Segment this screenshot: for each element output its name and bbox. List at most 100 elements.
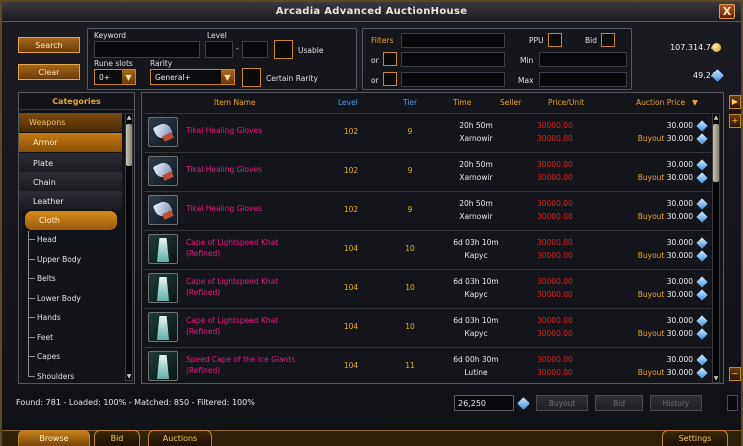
table-row[interactable]: Tikal Healing Gloves 102 9 20h 50m Xarnowir 3… — [144, 113, 711, 152]
level-min-input[interactable] — [205, 41, 233, 58]
subcategory-capes[interactable]: Capes — [37, 352, 60, 361]
item-name[interactable]: Speed Cape of the Ice Giants (Refined) — [186, 354, 295, 376]
resize-handle[interactable] — [727, 395, 738, 411]
sort-desc-icon[interactable]: ▼ — [692, 98, 698, 107]
or-label-1: or — [371, 56, 379, 65]
bid-checkbox[interactable] — [601, 33, 615, 47]
rune-slots-label: Rune slots — [94, 59, 133, 68]
table-row[interactable]: Cape of Lightspeed Khat (Refined) 104 10 6d … — [144, 269, 711, 308]
subcategory-feet[interactable]: Feet — [37, 333, 53, 342]
add-button[interactable]: + — [729, 114, 741, 128]
scroll-down-icon[interactable]: ▼ — [713, 375, 719, 382]
quantity-input[interactable]: 26,250 — [454, 395, 514, 411]
col-seller[interactable]: Seller — [500, 98, 521, 107]
tree-tick — [28, 259, 35, 260]
or-label-2: or — [371, 76, 379, 85]
item-name[interactable]: Cape of Lightspeed Khat (Refined) — [186, 315, 278, 337]
certain-rarity-checkbox[interactable] — [242, 68, 261, 87]
remove-button[interactable]: − — [729, 367, 741, 381]
tab-settings[interactable]: Settings — [662, 430, 728, 446]
glove-item-icon[interactable] — [148, 195, 178, 225]
filter-or-checkbox-2[interactable] — [383, 72, 397, 86]
buyout-label: Buyout — [637, 368, 665, 377]
results-scrollbar[interactable]: ▲ ▼ — [712, 113, 720, 383]
col-auction-price[interactable]: Auction Price — [636, 98, 685, 107]
buyout-value: 30.000 — [666, 251, 693, 260]
col-price-unit[interactable]: Price/Unit — [548, 98, 584, 107]
scroll-thumb[interactable] — [713, 124, 719, 182]
item-name[interactable]: Tikal Healing Gloves — [186, 204, 262, 213]
subcategory-head[interactable]: Head — [37, 235, 57, 244]
results-table: Item Name Level Tier Time Seller Price/U… — [141, 92, 724, 384]
keyword-input[interactable] — [94, 41, 200, 58]
buyout-label: Buyout — [637, 173, 665, 182]
search-button[interactable]: Search — [18, 37, 80, 53]
close-button[interactable]: X — [719, 4, 735, 19]
category-armor[interactable]: Armor — [19, 133, 122, 152]
table-row[interactable]: Speed Cape of the Ice Giants (Refined) 104… — [144, 347, 711, 386]
bid-button[interactable]: Bid — [595, 395, 643, 411]
history-button[interactable]: History — [650, 395, 702, 411]
cape-item-icon[interactable] — [148, 273, 178, 303]
filter-input-1[interactable] — [401, 33, 505, 48]
chevron-down-icon[interactable]: ▼ — [122, 70, 135, 84]
category-plate[interactable]: Plate — [19, 153, 122, 172]
chevron-down-icon[interactable]: ▼ — [221, 70, 234, 84]
item-name[interactable]: Cape of Lightspeed Khat (Refined) — [186, 237, 278, 259]
filter-input-3[interactable] — [401, 72, 505, 87]
level-max-input[interactable] — [242, 41, 268, 58]
table-row[interactable]: Cape of Lightspeed Khat (Refined) 104 10 6d … — [144, 308, 711, 347]
scroll-up-icon[interactable]: ▲ — [713, 114, 719, 121]
rune-slots-select[interactable]: 0+ ▼ — [94, 69, 136, 85]
subcategory-hands[interactable]: Hands — [37, 313, 61, 322]
tab-browse[interactable]: Browse — [18, 430, 90, 446]
category-chain[interactable]: Chain — [19, 172, 122, 191]
cape-item-icon[interactable] — [148, 312, 178, 342]
table-row[interactable]: Tikal Healing Gloves 102 9 20h 50m Xarnowir 3… — [144, 152, 711, 191]
item-name[interactable]: Cape of Lightspeed Khat (Refined) — [186, 276, 278, 298]
subcategory-belts[interactable]: Belts — [37, 274, 56, 283]
tab-bid[interactable]: Bid — [94, 430, 140, 446]
col-tier[interactable]: Tier — [403, 98, 417, 107]
item-level: 104 — [343, 244, 359, 253]
item-name[interactable]: Tikal Healing Gloves — [186, 126, 262, 135]
min-price-input[interactable] — [539, 52, 627, 67]
categories-scrollbar[interactable]: ▲ ▼ — [125, 113, 133, 381]
clear-button[interactable]: Clear — [18, 64, 80, 80]
subcategory-upper-body[interactable]: Upper Body — [37, 255, 81, 264]
buyout-label: Buyout — [637, 251, 665, 260]
table-row[interactable]: Cape of Lightspeed Khat (Refined) 104 10 6d … — [144, 230, 711, 269]
ppu-checkbox[interactable] — [548, 33, 562, 47]
col-item-name[interactable]: Item Name — [214, 98, 256, 107]
col-level[interactable]: Level — [338, 98, 358, 107]
cape-item-icon[interactable] — [148, 351, 178, 381]
glove-item-icon[interactable] — [148, 156, 178, 186]
scroll-thumb[interactable] — [126, 124, 132, 166]
filter-or-checkbox-1[interactable] — [383, 52, 397, 66]
category-weapons[interactable]: Weapons — [19, 113, 122, 132]
buyout-label: Buyout — [637, 329, 665, 338]
rarity-select[interactable]: General+ ▼ — [150, 69, 235, 85]
col-time[interactable]: Time — [453, 98, 471, 107]
subcategory-shoulders[interactable]: Shoulders — [37, 372, 74, 381]
scroll-down-icon[interactable]: ▼ — [126, 373, 132, 380]
table-row[interactable]: Tikal Healing Gloves 102 9 20h 50m Xarnowir 3… — [144, 191, 711, 230]
usable-checkbox[interactable] — [274, 40, 293, 59]
item-level: 104 — [343, 283, 359, 292]
glove-item-icon[interactable] — [148, 117, 178, 147]
scroll-up-icon[interactable]: ▲ — [126, 114, 132, 121]
cape-item-icon[interactable] — [148, 234, 178, 264]
title-bar[interactable]: Arcadia Advanced AuctionHouse X — [2, 2, 741, 22]
tab-auctions[interactable]: Auctions — [148, 430, 212, 446]
item-name[interactable]: Tikal Healing Gloves — [186, 165, 262, 174]
category-leather[interactable]: Leather — [19, 191, 122, 210]
tree-tick — [28, 239, 35, 240]
buyout-price: Buyout 30.000 — [638, 368, 693, 377]
buyout-button[interactable]: Buyout — [536, 395, 588, 411]
subcategory-lower-body[interactable]: Lower Body — [37, 294, 81, 303]
expand-arrow-button[interactable]: ▶ — [729, 95, 741, 109]
category-cloth[interactable]: Cloth — [25, 211, 117, 230]
search-panel: Keyword Level - Usable Rune slots 0+ ▼ R… — [87, 28, 357, 90]
max-price-input[interactable] — [539, 72, 627, 87]
filter-input-2[interactable] — [401, 52, 505, 67]
